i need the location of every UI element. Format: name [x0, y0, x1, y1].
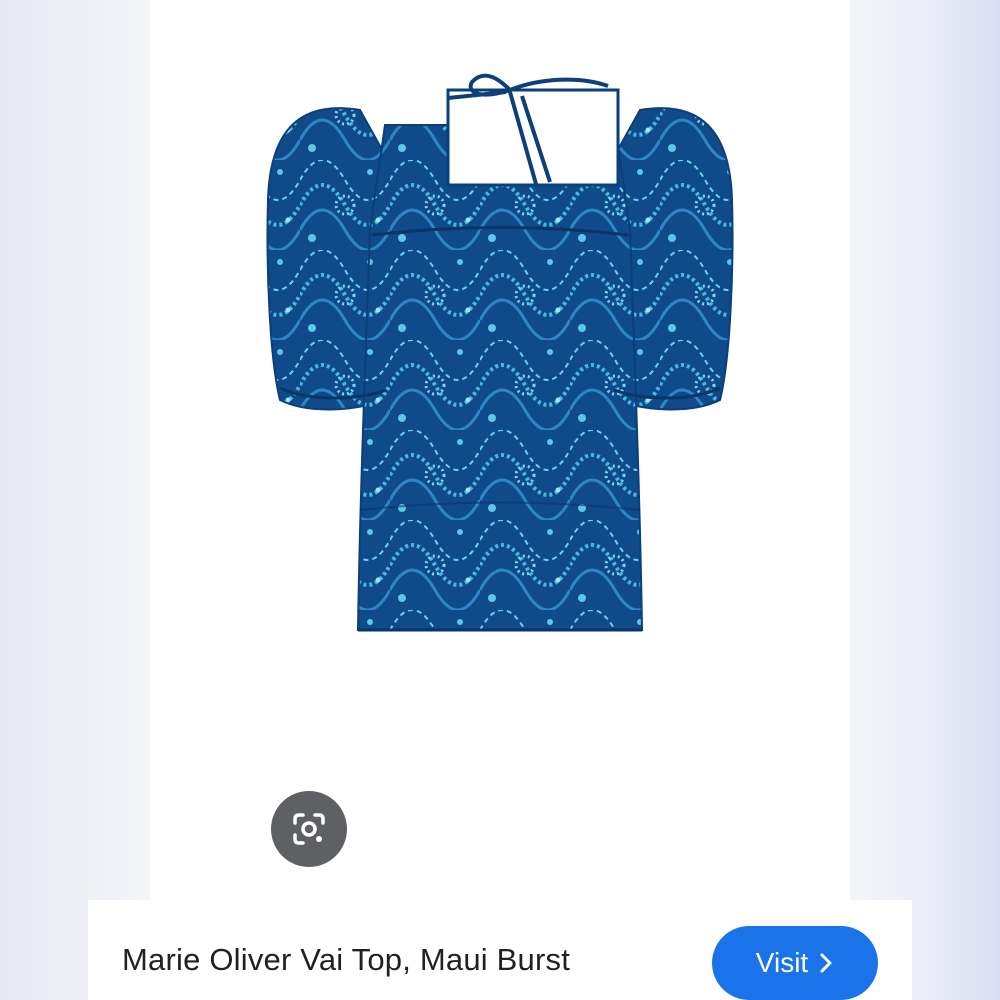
product-image-panel	[150, 0, 850, 900]
blouse-photo[interactable]	[210, 70, 790, 650]
right-backdrop	[850, 0, 1000, 1000]
visit-button[interactable]: Visit	[712, 926, 878, 1000]
google-lens-button[interactable]	[271, 791, 347, 867]
search-result-card[interactable]: Marie Oliver Vai Top, Maui Burst Visit	[88, 900, 912, 1000]
left-backdrop	[0, 0, 150, 1000]
chevron-right-icon	[820, 953, 832, 973]
product-title[interactable]: Marie Oliver Vai Top, Maui Burst	[122, 942, 570, 978]
visit-button-label: Visit	[755, 947, 809, 978]
google-lens-icon	[293, 813, 325, 845]
